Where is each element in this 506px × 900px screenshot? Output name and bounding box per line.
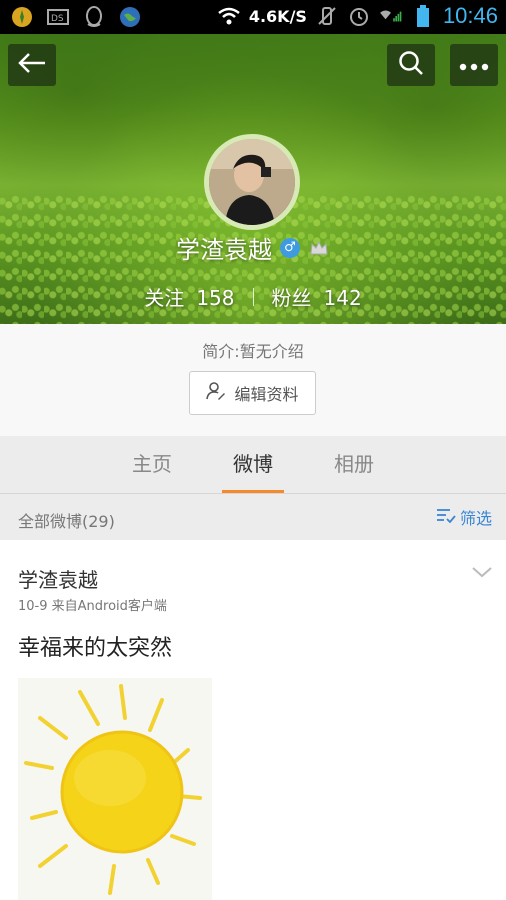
wifi-icon: [217, 4, 241, 28]
edit-profile-label: 编辑资料: [234, 385, 299, 404]
profile-intro: 简介:暂无介绍 编辑资料: [0, 324, 506, 436]
stats-divider: [252, 287, 254, 306]
search-icon: [397, 49, 425, 81]
followers-stat[interactable]: 粉丝 142: [272, 282, 362, 311]
alarm-icon: [347, 4, 371, 28]
followers-count: 142: [323, 286, 362, 310]
bio-text: 简介:暂无介绍: [202, 342, 304, 361]
feed-filter-bar: 全部微博(29) 筛选: [0, 494, 506, 540]
profile-tabs: 主页 微博 相册: [0, 436, 506, 494]
post-text: 幸福来的太突然: [18, 636, 173, 661]
filter-button[interactable]: 筛选: [436, 505, 492, 529]
profile-cover: 学渣袁越 ♂ 关注 158 粉丝 142: [0, 34, 506, 324]
profile-name: 学渣袁越: [176, 236, 272, 264]
back-arrow-icon: [17, 52, 47, 78]
tab-weibo[interactable]: 微博: [208, 436, 298, 494]
profile-stats: 关注 158 粉丝 142: [0, 282, 506, 311]
gender-icon: ♂: [280, 237, 300, 258]
post-card[interactable]: 学渣袁越 10-9 来自Android客户端 幸福来的太突然: [0, 540, 506, 900]
following-count: 158: [196, 286, 235, 310]
status-bar: DS 4.6K/S 10:46: [0, 0, 506, 34]
member-crown-icon[interactable]: [308, 238, 330, 258]
battery-icon: [411, 4, 435, 28]
edit-profile-button[interactable]: 编辑资料: [189, 371, 316, 415]
signal-icon: [379, 4, 403, 28]
active-tab-indicator: [222, 490, 284, 493]
back-button[interactable]: [8, 44, 56, 86]
network-speed: 4.6K/S: [248, 6, 307, 26]
no-sound-icon: [315, 4, 339, 28]
globe-icon: [118, 5, 142, 29]
post-count-label: 全部微博(29): [18, 512, 115, 531]
filter-label: 筛选: [460, 509, 493, 528]
app-icon: [10, 5, 34, 29]
search-button[interactable]: [387, 44, 435, 86]
following-stat[interactable]: 关注 158: [144, 282, 234, 311]
following-label: 关注: [144, 286, 185, 310]
tab-home[interactable]: 主页: [107, 436, 197, 494]
filter-icon: [436, 507, 456, 527]
avatar-photo: [209, 139, 295, 225]
chevron-down-icon[interactable]: [470, 564, 494, 584]
svg-text:DS: DS: [51, 14, 64, 24]
post-author[interactable]: 学渣袁越: [18, 564, 98, 593]
profile-name-row: 学渣袁越 ♂: [0, 230, 506, 265]
more-button[interactable]: [450, 44, 498, 86]
followers-label: 粉丝: [271, 286, 312, 310]
edit-profile-icon: [206, 381, 226, 405]
clock: 10:46: [442, 3, 498, 28]
tab-album[interactable]: 相册: [309, 436, 399, 494]
post-image[interactable]: [18, 678, 212, 900]
qq-icon: [82, 5, 106, 29]
post-meta: 10-9 来自Android客户端: [18, 599, 167, 614]
more-icon: [459, 56, 489, 75]
avatar[interactable]: [204, 134, 300, 230]
sim-icon: DS: [46, 5, 70, 29]
